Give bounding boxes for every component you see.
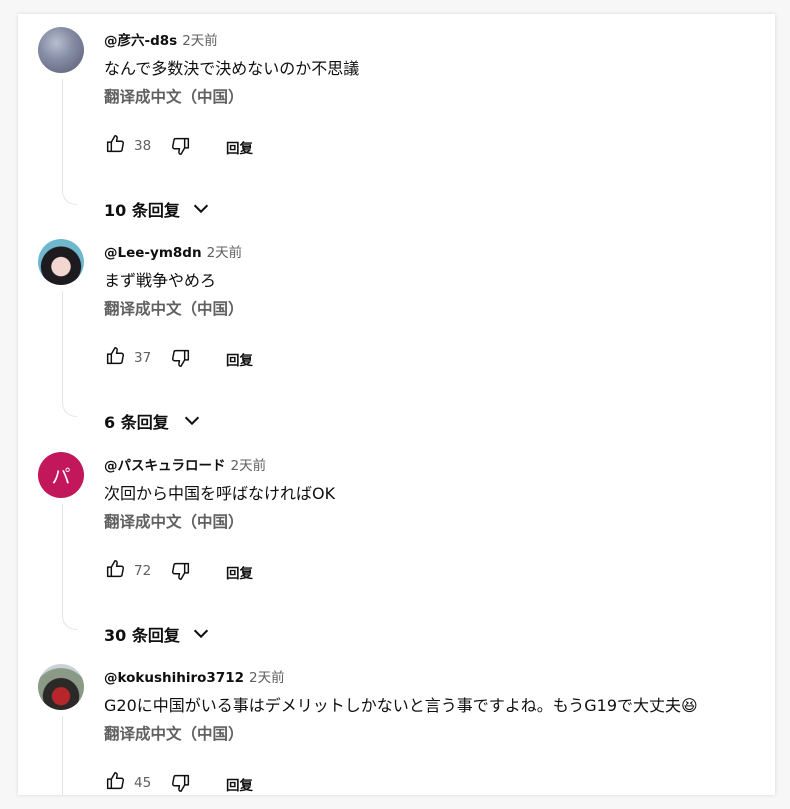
- avatar[interactable]: [38, 239, 84, 285]
- comment-header: @パスキュラロード 2天前: [104, 454, 266, 474]
- comment-time[interactable]: 2天前: [207, 245, 243, 261]
- comment-time[interactable]: 2天前: [249, 670, 285, 686]
- avatar[interactable]: [38, 664, 84, 710]
- comment-actions: 72 回复: [104, 558, 504, 584]
- comment-thread: @彦六-d8s 2天前 なんで多数決で決めないのか不思議 翻译成中文（中国） 38…: [18, 27, 775, 227]
- like-count: 37: [134, 350, 152, 366]
- like-count: 38: [134, 138, 152, 154]
- like-count: 45: [134, 775, 152, 791]
- comment-time[interactable]: 2天前: [231, 458, 267, 474]
- like-count: 72: [134, 563, 152, 579]
- comment-time[interactable]: 2天前: [182, 33, 218, 49]
- replies-count: 30 条回复: [104, 626, 180, 645]
- translate-link[interactable]: 翻译成中文（中国）: [104, 510, 244, 532]
- comment-header: @Lee-ym8dn 2天前: [104, 241, 242, 261]
- replies-count: 6 条回复: [104, 413, 169, 432]
- comment-thread: @kokushihiro3712 2天前 G20に中国がいる事はデメリットしかない…: [18, 664, 775, 795]
- thumb-down-icon[interactable]: [170, 135, 192, 157]
- thumb-down-icon[interactable]: [170, 347, 192, 369]
- translate-link[interactable]: 翻译成中文（中国）: [104, 297, 244, 319]
- reply-button[interactable]: 回复: [226, 562, 253, 582]
- author-name[interactable]: @Lee-ym8dn: [104, 245, 202, 261]
- chevron-down-icon: [190, 622, 212, 644]
- comment-text: 次回から中国を呼ばなければOK: [104, 484, 336, 503]
- avatar-letter: パ: [51, 465, 71, 488]
- comment-text: なんで多数決で決めないのか不思議: [104, 59, 360, 78]
- translate-link[interactable]: 翻译成中文（中国）: [104, 722, 244, 744]
- thread-connector: [62, 291, 77, 417]
- chevron-down-icon: [190, 197, 212, 219]
- author-name[interactable]: @パスキュラロード: [104, 458, 226, 474]
- thumb-up-icon[interactable]: [104, 770, 126, 792]
- comment-header: @kokushihiro3712 2天前: [104, 666, 285, 686]
- replies-count: 10 条回复: [104, 201, 180, 220]
- avatar[interactable]: パ: [38, 452, 84, 498]
- thread-connector: [62, 504, 77, 630]
- thumb-down-icon[interactable]: [170, 772, 192, 794]
- avatar[interactable]: [38, 27, 84, 73]
- thumb-up-icon[interactable]: [104, 345, 126, 367]
- comment-actions: 37 回复: [104, 345, 504, 371]
- author-name[interactable]: @彦六-d8s: [104, 33, 177, 49]
- thread-connector: [62, 79, 77, 205]
- comment-thread: パ @パスキュラロード 2天前 次回から中国を呼ばなければOK 翻译成中文（中国）…: [18, 452, 775, 652]
- comment-thread: @Lee-ym8dn 2天前 まず戦争やめろ 翻译成中文（中国） 37 回复 6 …: [18, 239, 775, 439]
- thumb-up-icon[interactable]: [104, 558, 126, 580]
- reply-button[interactable]: 回复: [226, 137, 253, 157]
- chevron-down-icon: [181, 409, 203, 431]
- comment-text: G20に中国がいる事はデメリットしかないと言う事ですよね。もうG19で大丈夫😆: [104, 696, 698, 715]
- comment-text: まず戦争やめろ: [104, 271, 217, 290]
- comments-panel: @彦六-d8s 2天前 なんで多数決で決めないのか不思議 翻译成中文（中国） 38…: [18, 14, 775, 795]
- comment-header: @彦六-d8s 2天前: [104, 29, 218, 49]
- author-name[interactable]: @kokushihiro3712: [104, 670, 244, 686]
- thread-connector: [62, 716, 77, 795]
- reply-button[interactable]: 回复: [226, 349, 253, 369]
- comment-actions: 45 回复: [104, 770, 504, 795]
- translate-link[interactable]: 翻译成中文（中国）: [104, 85, 244, 107]
- reply-button[interactable]: 回复: [226, 774, 253, 794]
- thumb-up-icon[interactable]: [104, 133, 126, 155]
- thumb-down-icon[interactable]: [170, 560, 192, 582]
- comment-actions: 38 回复: [104, 133, 504, 159]
